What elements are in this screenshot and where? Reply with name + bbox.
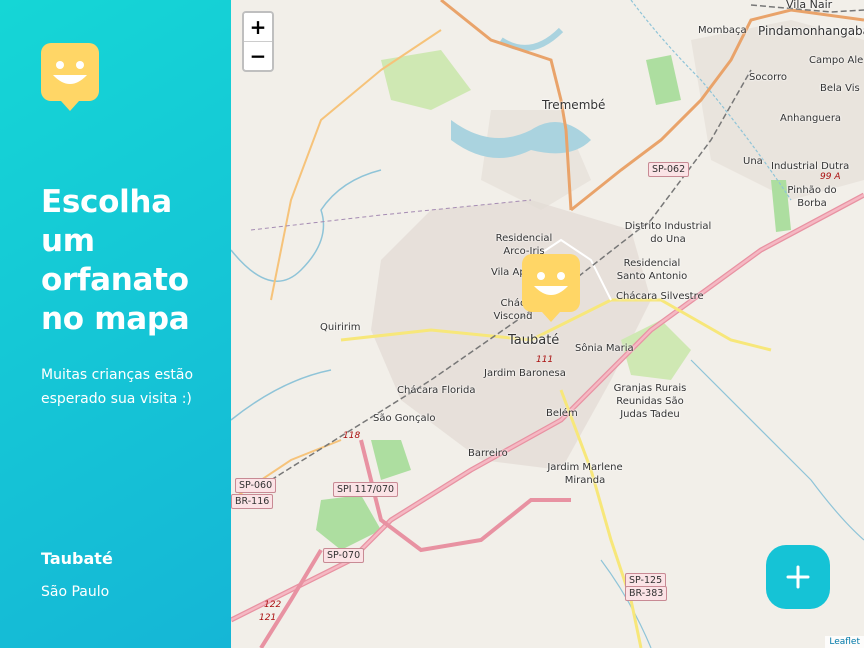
map-label-belem: Belém <box>546 408 578 419</box>
page-title: Escolha um orfanato no mapa <box>41 184 190 337</box>
sidebar: Escolha um orfanato no mapa Muitas crian… <box>0 0 231 648</box>
zoom-control: + − <box>242 11 274 72</box>
map-attribution-link[interactable]: Leaflet <box>825 636 864 648</box>
map-label-taubate: Taubaté <box>508 333 560 348</box>
create-orphanage-button[interactable] <box>766 545 830 609</box>
road-number-111: 111 <box>536 355 554 365</box>
map[interactable]: Vila Nair Mombaça Pindamonhangaba Campo … <box>231 0 864 648</box>
zoom-out-button[interactable]: − <box>244 41 272 69</box>
map-label-una: Una <box>743 156 763 167</box>
road-shield-sp070: SP-070 <box>323 548 365 563</box>
map-label-anhanguera: Anhanguera <box>780 113 842 124</box>
zoom-in-button[interactable]: + <box>244 13 272 41</box>
map-label-socorro: Socorro <box>749 72 788 83</box>
map-label-vila-nair: Vila Nair <box>786 0 833 11</box>
map-label-sao-goncalo: São Gonçalo <box>373 413 436 424</box>
road-number-118: 118 <box>343 431 361 441</box>
orphanage-marker-icon[interactable] <box>522 254 580 322</box>
map-label-tremembe: Tremembé <box>542 98 606 112</box>
road-shield-br383: BR-383 <box>625 586 668 601</box>
road-shield-spi117: SPI 117/070 <box>333 482 399 497</box>
map-label-chacara-silvestre: Chácara Silvestre <box>616 291 704 302</box>
map-label-campo-alegre: Campo Ale <box>809 55 864 66</box>
map-label-residencial-santo-antonio: Residencial Santo Antonio <box>616 258 688 282</box>
map-label-jardim-baronesa: Jardim Baronesa <box>484 368 566 379</box>
location-state: São Paulo <box>41 584 110 600</box>
road-number-121: 121 <box>259 613 277 623</box>
logo-smiley-icon <box>41 43 99 111</box>
page-subtitle: Muitas crianças estão esperado sua visit… <box>41 367 194 407</box>
location: Taubaté São Paulo <box>41 548 113 604</box>
road-shield-sp062: SP-062 <box>648 162 690 177</box>
map-label-sonia-maria: Sônia Maria <box>575 343 634 354</box>
location-city: Taubaté <box>41 549 113 568</box>
road-shield-sp060: SP-060 <box>235 478 277 493</box>
plus-icon <box>786 565 810 589</box>
road-number-99a: 99 A <box>820 172 841 182</box>
road-number-122: 122 <box>264 600 282 610</box>
map-label-distrito-industrial: Distrito Industrial do Una <box>624 221 712 245</box>
map-label-vila-aparecida: Vila Ap <box>491 267 526 278</box>
map-label-granjas-rurais: Granjas Rurais Reunidas São Judas Tadeu <box>613 383 687 420</box>
map-label-pinhao-do-borba: Pinhão do Borba <box>787 185 837 209</box>
map-label-chacara-florida: Chácara Florida <box>397 385 476 396</box>
map-label-quiririm: Quiririm <box>320 322 361 333</box>
map-label-pindamonhangaba: Pindamonhangaba <box>758 24 864 38</box>
map-label-bela-vista: Bela Vis <box>820 83 860 94</box>
map-label-barreiro: Barreiro <box>468 448 508 459</box>
map-label-jardim-marlene: Jardim Marlene Miranda <box>547 462 623 486</box>
road-shield-br116: BR-116 <box>231 494 274 509</box>
map-label-mombaca: Mombaça <box>698 25 747 36</box>
